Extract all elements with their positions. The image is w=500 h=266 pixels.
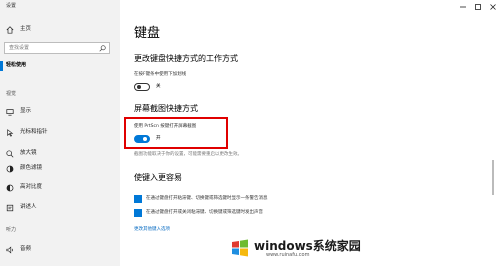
checkbox-label: 在通过键盘打开或关闭粘滞键、切换键或筛选键时发出声音 (146, 210, 263, 215)
scrollbar[interactable] (492, 160, 494, 195)
toggle-description: 在按F键条中使用下加划线 (134, 72, 187, 77)
toggle-knob (143, 137, 147, 141)
sidebar-item-magnifier[interactable]: 放大镜 (0, 148, 120, 160)
color-filter-icon (6, 165, 14, 173)
minimize-icon[interactable] (456, 2, 470, 12)
sidebar: 设置 主页 查找设置 轻松使用 视觉 显示 光标和指针 放大镜 颜色滤镜 高对比… (0, 0, 120, 266)
narrator-icon (6, 204, 14, 212)
sidebar-item-label: 主页 (20, 26, 32, 32)
screenshot-note: 截图功能取决于你的设置，可能需要重启以更改生效。 (134, 152, 242, 157)
search-input[interactable]: 查找设置 (4, 42, 110, 54)
underline-shortcuts-toggle[interactable] (134, 83, 150, 91)
magnifier-icon (6, 150, 14, 158)
sidebar-item-narrator[interactable]: 讲述人 (0, 202, 120, 214)
prtscn-screenshot-toggle[interactable] (134, 135, 150, 143)
close-icon[interactable] (486, 2, 500, 12)
other-typing-options-link[interactable]: 更改其他键入选项 (134, 227, 170, 233)
sidebar-item-high-contrast[interactable]: 高对比度 (0, 182, 120, 194)
toggle-state-label: 开 (156, 136, 161, 141)
display-icon (6, 109, 14, 116)
sidebar-category: 轻松使用 (6, 62, 27, 68)
toggle-state-label: 关 (156, 84, 161, 89)
vision-header: 视觉 (6, 91, 17, 97)
sidebar-item-display[interactable]: 显示 (0, 106, 120, 118)
windows-logo-icon (232, 239, 248, 257)
home-icon (6, 26, 14, 34)
search-icon (99, 45, 106, 52)
page-title: 键盘 (134, 26, 161, 41)
watermark-brand: windows系统家园 (254, 239, 361, 253)
main-content: 键盘 更改键盘快捷方式的工作方式 在按F键条中使用下加划线 关 屏幕截图快捷方式… (120, 0, 500, 266)
sticky-keys-warning-checkbox[interactable] (134, 195, 142, 209)
speaker-icon (6, 246, 13, 254)
sidebar-item-cursor[interactable]: 光标和指针 (0, 127, 120, 139)
toggle-knob (137, 85, 141, 89)
sticky-keys-sound-checkbox[interactable] (134, 209, 142, 223)
highlight-box (124, 117, 228, 149)
section-heading: 更改键盘快捷方式的工作方式 (134, 54, 238, 63)
cursor-icon (7, 129, 14, 137)
watermark-url: www.ruinafu.com (266, 252, 310, 258)
sidebar-item-color-filters[interactable]: 颜色滤镜 (0, 163, 120, 175)
maximize-icon[interactable] (471, 2, 485, 12)
sidebar-item-label: 高对比度 (20, 184, 43, 190)
section-heading: 使键入更容易 (134, 173, 182, 182)
sidebar-item-audio[interactable]: 音频 (0, 244, 120, 256)
contrast-icon (6, 184, 14, 192)
checkmark-icon (135, 217, 141, 223)
sidebar-item-home[interactable]: 主页 (0, 24, 120, 36)
sidebar-item-label: 音频 (20, 246, 32, 252)
sidebar-item-label: 讲述人 (20, 204, 37, 210)
watermark: windows系统家园 www.ruinafu.com (230, 238, 380, 260)
sidebar-item-label: 显示 (20, 108, 32, 114)
section-heading: 屏幕截图快捷方式 (134, 104, 198, 113)
sidebar-item-label: 放大镜 (20, 150, 37, 156)
window-title: 设置 (6, 3, 17, 9)
toggle-description: 使用 PrtScn 按键打开屏幕截图 (134, 124, 197, 129)
search-placeholder: 查找设置 (9, 45, 30, 51)
sidebar-item-label: 光标和指针 (20, 129, 48, 135)
selected-indicator (0, 61, 3, 71)
checkbox-label: 在通过键盘打开粘滞键、切换键或筛选键时显示一条警告消息 (146, 196, 268, 201)
sidebar-item-label: 颜色滤镜 (20, 165, 43, 171)
hearing-header: 听力 (6, 227, 17, 233)
